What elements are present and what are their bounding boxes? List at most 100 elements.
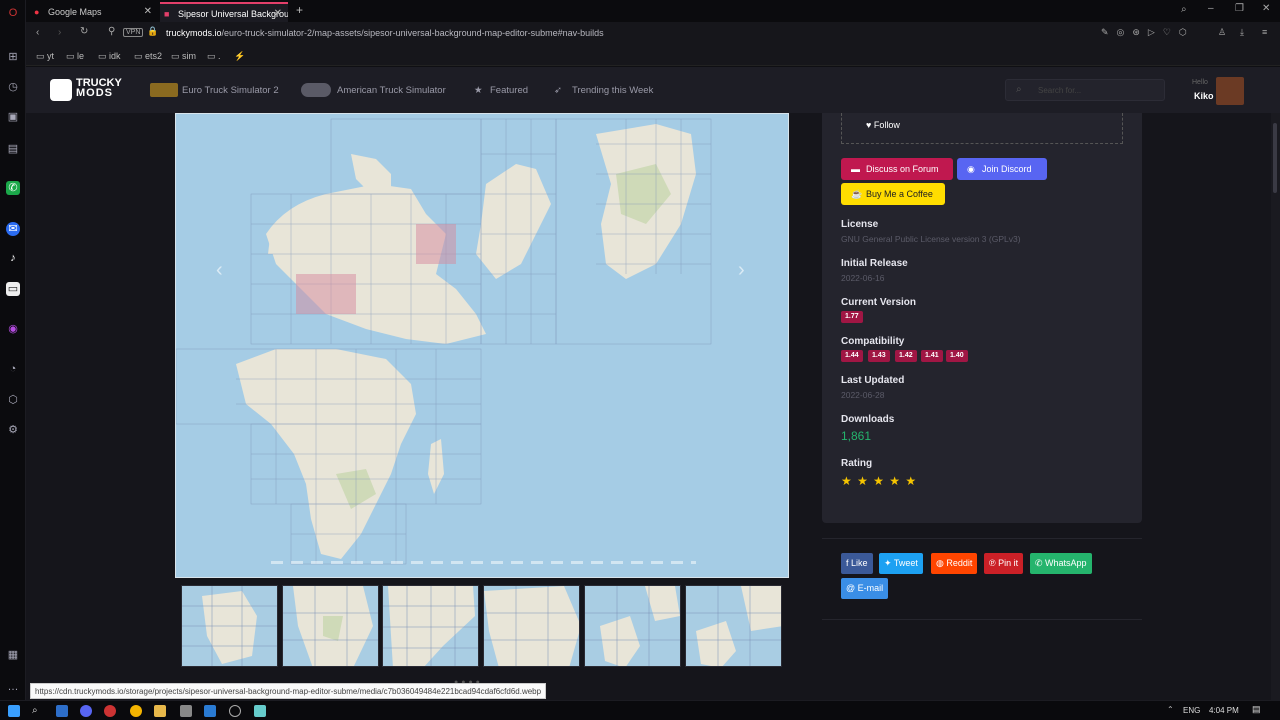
wallet-icon[interactable]: ▣ <box>6 110 20 124</box>
speed-dial-icon[interactable]: ⊞ <box>6 50 20 64</box>
truck-logo-icon[interactable] <box>50 79 72 101</box>
gallery-thumbnail[interactable] <box>382 585 479 667</box>
clock-icon[interactable]: ◔ <box>6 362 20 376</box>
site-logo[interactable]: TRUCKY MODS <box>76 78 122 99</box>
settings-icon[interactable]: ⚙ <box>6 423 20 437</box>
windows-start-icon[interactable] <box>8 705 20 717</box>
tweet-button[interactable]: ✦ Tweet <box>879 553 923 574</box>
music-player-icon[interactable]: ◉ <box>6 322 20 336</box>
opera-taskbar-icon[interactable] <box>104 705 116 717</box>
gallery-next-arrow[interactable]: › <box>738 259 745 282</box>
search-icon[interactable]: ⌕ <box>32 705 44 717</box>
reload-icon[interactable]: ↻ <box>80 26 88 37</box>
join-discord-button[interactable]: ◉ Join Discord <box>957 158 1047 180</box>
nav-featured[interactable]: Featured <box>490 85 528 96</box>
page-scrollbar[interactable] <box>1271 113 1280 700</box>
gallery-main-image[interactable]: ‹ › <box>175 113 789 578</box>
language-indicator[interactable]: ENG <box>1183 706 1200 715</box>
gallery-thumbnail[interactable] <box>584 585 681 667</box>
gallery-thumbnail[interactable] <box>181 585 278 667</box>
taskbar-clock[interactable]: 4:04 PM <box>1209 706 1239 715</box>
twitter-icon: ✦ <box>884 558 894 568</box>
steam-icon[interactable] <box>56 705 68 717</box>
discuss-forum-button[interactable]: ▬ Discuss on Forum <box>841 158 953 180</box>
clock-app-icon[interactable] <box>229 705 241 717</box>
twitch-icon[interactable]: ▭ <box>6 282 20 296</box>
url-input[interactable]: truckymods.io/euro-truck-simulator-2/map… <box>166 28 604 38</box>
file-explorer-icon[interactable] <box>154 705 166 717</box>
close-window-button[interactable]: ✕ <box>1262 3 1270 14</box>
maximize-button[interactable]: ❐ <box>1235 3 1244 14</box>
reddit-button[interactable]: ◍ Reddit <box>931 553 978 574</box>
search-tabs-icon[interactable]: ⌕ <box>1181 4 1187 15</box>
history-icon[interactable]: ◷ <box>6 80 20 94</box>
rating-stars[interactable]: ★ ★ ★ ★ ★ <box>841 474 917 488</box>
gallery-prev-arrow[interactable]: ‹ <box>216 259 223 282</box>
tiktok-icon[interactable]: ♪ <box>6 251 20 265</box>
app-icon[interactable] <box>204 705 216 717</box>
close-icon[interactable]: ✕ <box>144 2 152 22</box>
forward-icon[interactable]: › <box>58 27 61 38</box>
search-icon: ⌕ <box>1016 84 1022 95</box>
notes-icon[interactable]: ▤ <box>6 142 20 156</box>
opera-logo-icon[interactable]: O <box>6 6 20 20</box>
whatsapp-share-icon: ✆ <box>1035 558 1046 568</box>
bookmark-extension-icon[interactable]: ⚡ <box>234 51 245 62</box>
cube-icon[interactable]: ⬡ <box>6 393 20 407</box>
wallet-bottom-icon[interactable]: ▦ <box>6 648 20 662</box>
new-tab-button[interactable]: + <box>296 3 303 17</box>
reddit-label: Reddit <box>946 558 973 568</box>
messenger-icon[interactable]: ✉ <box>6 222 20 236</box>
toolbar-extension-icons[interactable]: ✎◎⊛▷♡⬡ <box>1101 27 1195 38</box>
close-icon[interactable]: ✕ <box>274 4 282 22</box>
bookmark-folder-ets2[interactable]: ▭ ets2 <box>134 51 162 62</box>
nav-trending[interactable]: Trending this Week <box>572 85 653 96</box>
tray-expand-icon[interactable]: ⌃ <box>1167 705 1174 714</box>
tab-google-maps[interactable]: ● Google Maps ✕ <box>30 2 158 22</box>
nav-ats[interactable]: American Truck Simulator <box>337 85 446 96</box>
bookmark-folder-dot[interactable]: ▭ . <box>207 51 221 62</box>
more-icon[interactable]: … <box>6 680 20 694</box>
gallery-thumbnail[interactable] <box>282 585 379 667</box>
bookmark-folder-yt[interactable]: ▭ yt <box>36 51 54 62</box>
bookmark-folder-idk[interactable]: ▭ idk <box>98 51 121 62</box>
mod-info-card: ♥ Follow ▬ Discuss on Forum ◉ Join Disco… <box>822 113 1142 523</box>
user-name[interactable]: Kiko <box>1194 91 1214 101</box>
bookmark-folder-sim[interactable]: ▭ sim <box>171 51 196 62</box>
email-share-button[interactable]: @ E-mail <box>841 578 889 599</box>
notifications-icon[interactable]: ▤ <box>1252 704 1261 715</box>
gallery-indicators[interactable] <box>271 561 696 564</box>
back-icon[interactable]: ‹ <box>36 27 39 38</box>
whatsapp-share-button[interactable]: ✆ WhatsApp <box>1030 553 1092 574</box>
scrollbar-thumb[interactable] <box>1273 123 1277 193</box>
avatar[interactable] <box>1216 77 1244 105</box>
thumbnail-image <box>383 586 478 666</box>
follow-button[interactable]: ♥ Follow <box>866 120 900 130</box>
gallery-thumbnail[interactable] <box>685 585 782 667</box>
bookmark-label: le <box>77 51 85 61</box>
discord-taskbar-icon[interactable] <box>80 705 92 717</box>
gallery-thumbnail[interactable] <box>483 585 580 667</box>
pinterest-button[interactable]: ℗ Pin it <box>984 553 1024 574</box>
vpn-badge[interactable]: VPN <box>123 28 144 37</box>
search-input[interactable]: ⌕ Search for... <box>1005 79 1165 101</box>
downloads-label: Downloads <box>841 414 895 425</box>
license-value: GNU General Public License version 3 (GP… <box>841 234 1021 244</box>
security-icon[interactable]: ⚲ <box>108 26 115 37</box>
facebook-like-button[interactable]: f Like <box>841 553 873 574</box>
minimize-button[interactable]: – <box>1208 3 1214 14</box>
chrome-icon[interactable] <box>130 705 142 717</box>
menu-icon[interactable]: ≡ <box>1262 27 1267 37</box>
whatsapp-icon[interactable]: ✆ <box>6 181 20 195</box>
profile-icon[interactable]: ♙ <box>1218 27 1226 38</box>
download-icon[interactable]: ⤓ <box>1240 27 1244 38</box>
compatibility-label: Compatibility <box>841 336 905 347</box>
reddit-icon: ◍ <box>936 558 947 568</box>
app-icon[interactable] <box>180 705 192 717</box>
tab-truckymods[interactable]: ■ Sipesor Universal Backgrou ✕ <box>160 2 288 22</box>
notepad-icon[interactable] <box>254 705 266 717</box>
nav-ets2[interactable]: Euro Truck Simulator 2 <box>182 85 279 96</box>
landmass-asia-west <box>476 164 551 279</box>
buy-coffee-button[interactable]: ☕ Buy Me a Coffee <box>841 183 945 205</box>
bookmark-folder-le[interactable]: ▭ le <box>66 51 84 62</box>
